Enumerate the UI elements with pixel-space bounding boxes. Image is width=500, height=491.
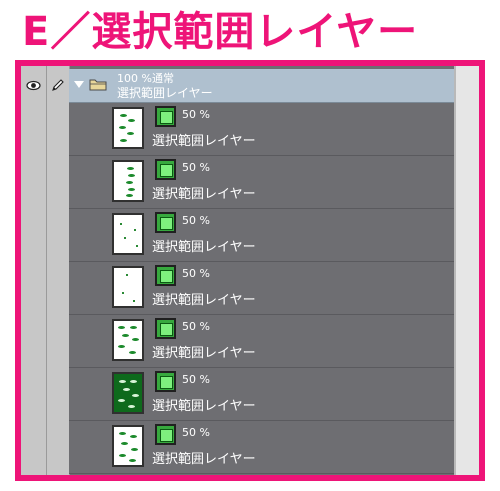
layer-opacity: 50 % <box>182 267 210 280</box>
layer-panel: 100 %通常 選択範囲レイヤー 50 % 選択範囲レイヤー 50 % 選択範囲… <box>15 60 485 481</box>
layer-row[interactable]: 50 % 選択範囲レイヤー <box>69 262 454 315</box>
pen-icon[interactable] <box>51 78 65 92</box>
layer-name: 選択範囲レイヤー <box>152 293 256 308</box>
layer-thumbnail <box>112 319 144 361</box>
layer-thumbnail <box>112 372 144 414</box>
selection-mask-icon <box>155 106 176 127</box>
layer-row[interactable]: 50 % 選択範囲レイヤー <box>69 209 454 262</box>
layer-opacity: 50 % <box>182 373 210 386</box>
page-title: E／選択範囲レイヤー <box>22 9 419 55</box>
layer-opacity: 50 % <box>182 108 210 121</box>
layer-opacity: 50 % <box>182 214 210 227</box>
layer-opacity: 50 % <box>182 161 210 174</box>
layer-row[interactable]: 50 % 選択範囲レイヤー <box>69 103 454 156</box>
layer-row[interactable]: 50 % 選択範囲レイヤー <box>69 421 454 474</box>
layer-name: 選択範囲レイヤー <box>152 187 256 202</box>
selection-mask-icon <box>155 212 176 233</box>
selection-mask-icon <box>155 265 176 286</box>
layer-group-row[interactable]: 100 %通常 選択範囲レイヤー <box>69 69 454 103</box>
layer-name: 選択範囲レイヤー <box>152 399 256 414</box>
layer-thumbnail <box>112 213 144 255</box>
layer-thumbnail <box>112 160 144 202</box>
layer-thumbnail <box>112 266 144 308</box>
layer-opacity: 50 % <box>182 426 210 439</box>
selection-mask-icon <box>155 371 176 392</box>
layer-name: 選択範囲レイヤー <box>152 452 256 467</box>
layer-row[interactable]: 50 % 選択範囲レイヤー <box>69 368 454 421</box>
selection-mask-icon <box>155 159 176 180</box>
visibility-column <box>21 66 47 475</box>
layer-name: 選択範囲レイヤー <box>152 240 256 255</box>
selection-mask-icon <box>155 424 176 445</box>
layer-row[interactable]: 50 % 選択範囲レイヤー <box>69 315 454 368</box>
panel-scrollbar[interactable] <box>454 66 479 475</box>
layer-opacity: 50 % <box>182 320 210 333</box>
folder-icon <box>89 79 107 91</box>
triangle-down-icon[interactable] <box>74 81 84 88</box>
layer-thumbnail <box>112 107 144 149</box>
eye-icon[interactable] <box>26 78 41 93</box>
layer-thumbnail <box>112 425 144 467</box>
layer-row[interactable]: 50 % 選択範囲レイヤー <box>69 156 454 209</box>
edit-column <box>47 66 70 475</box>
layer-name: 選択範囲レイヤー <box>152 346 256 361</box>
group-name: 選択範囲レイヤー <box>117 86 213 100</box>
layer-name: 選択範囲レイヤー <box>152 134 256 149</box>
selection-mask-icon <box>155 318 176 339</box>
